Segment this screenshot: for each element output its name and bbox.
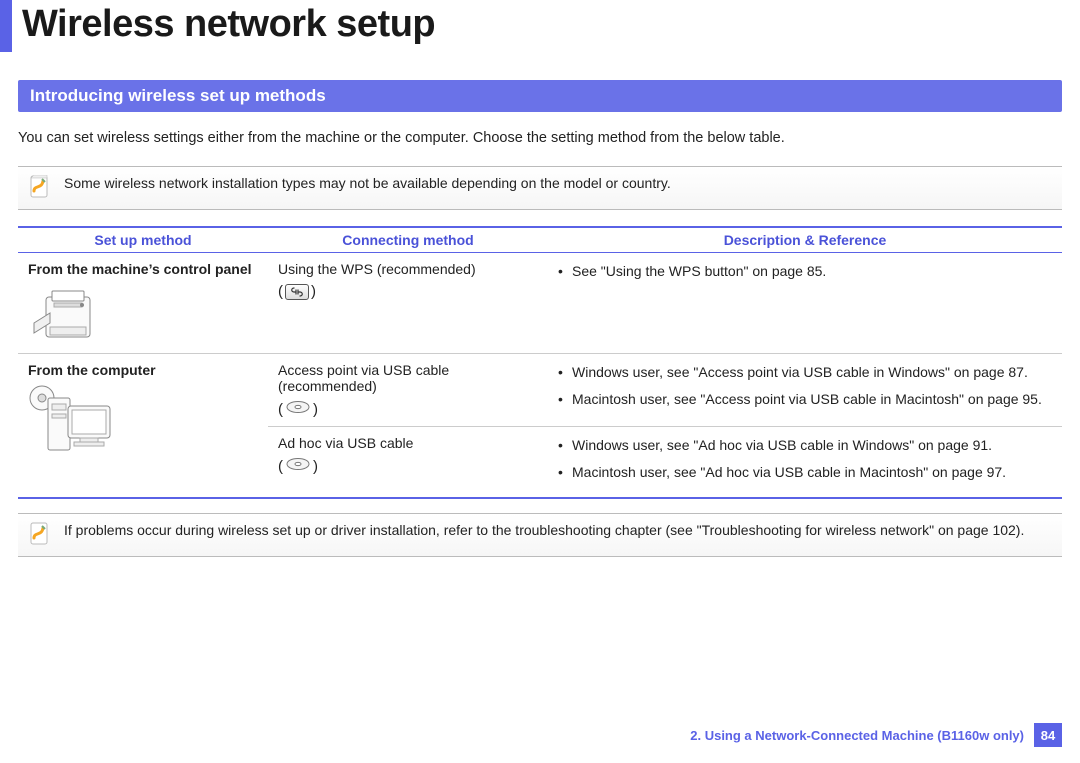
note-box-availability: Some wireless network installation types… bbox=[18, 166, 1062, 210]
cd-icon bbox=[285, 400, 311, 418]
connect-wps: Using the WPS (recommended) bbox=[278, 261, 538, 277]
footer-chapter: 2. Using a Network-Connected Machine (B1… bbox=[690, 728, 1024, 743]
note-text: If problems occur during wireless set up… bbox=[64, 522, 1024, 538]
page-title-wrap: Wireless network setup bbox=[0, 0, 1080, 52]
page-title: Wireless network setup bbox=[12, 0, 435, 52]
th-connect: Connecting method bbox=[268, 227, 548, 253]
th-desc: Description & Reference bbox=[548, 227, 1062, 253]
cd-indicator: ( ) bbox=[278, 400, 318, 418]
th-setup: Set up method bbox=[18, 227, 268, 253]
refs-list: See "Using the WPS button" on page 85. bbox=[558, 261, 1052, 282]
connect-ap-usb: Access point via USB cable (recommended) bbox=[278, 362, 538, 394]
page-content: Introducing wireless set up methods You … bbox=[0, 52, 1080, 557]
page-footer: 2. Using a Network-Connected Machine (B1… bbox=[690, 723, 1062, 747]
ref-item: Macintosh user, see "Ad hoc via USB cabl… bbox=[558, 462, 1052, 483]
note-icon bbox=[28, 522, 50, 548]
note-text: Some wireless network installation types… bbox=[64, 175, 671, 191]
connect-adhoc-usb: Ad hoc via USB cable bbox=[278, 435, 538, 451]
cd-icon bbox=[285, 457, 311, 475]
note-box-troubleshoot: If problems occur during wireless set up… bbox=[18, 513, 1062, 557]
cd-indicator: ( ) bbox=[278, 457, 318, 475]
wps-button-icon bbox=[285, 284, 309, 300]
table-row: From the machine’s control panel U bbox=[18, 253, 1062, 354]
setup-label-computer: From the computer bbox=[28, 362, 258, 378]
wps-button-indicator: ( ) bbox=[278, 283, 316, 300]
computer-icon bbox=[28, 384, 258, 462]
methods-table: Set up method Connecting method Descript… bbox=[18, 226, 1062, 499]
note-icon bbox=[28, 175, 50, 201]
setup-label-machine: From the machine’s control panel bbox=[28, 261, 258, 277]
table-row: From the computer bbox=[18, 354, 1062, 427]
ref-item: Windows user, see "Ad hoc via USB cable … bbox=[558, 435, 1052, 456]
refs-list: Windows user, see "Access point via USB … bbox=[558, 362, 1052, 410]
intro-text: You can set wireless settings either fro… bbox=[18, 130, 1062, 146]
title-accent-bar bbox=[0, 0, 12, 52]
ref-item: See "Using the WPS button" on page 85. bbox=[558, 261, 1052, 282]
section-header: Introducing wireless set up methods bbox=[18, 80, 1062, 112]
printer-icon bbox=[28, 283, 258, 345]
page-number: 84 bbox=[1034, 723, 1062, 747]
ref-item: Windows user, see "Access point via USB … bbox=[558, 362, 1052, 383]
refs-list: Windows user, see "Ad hoc via USB cable … bbox=[558, 435, 1052, 483]
ref-item: Macintosh user, see "Access point via US… bbox=[558, 389, 1052, 410]
